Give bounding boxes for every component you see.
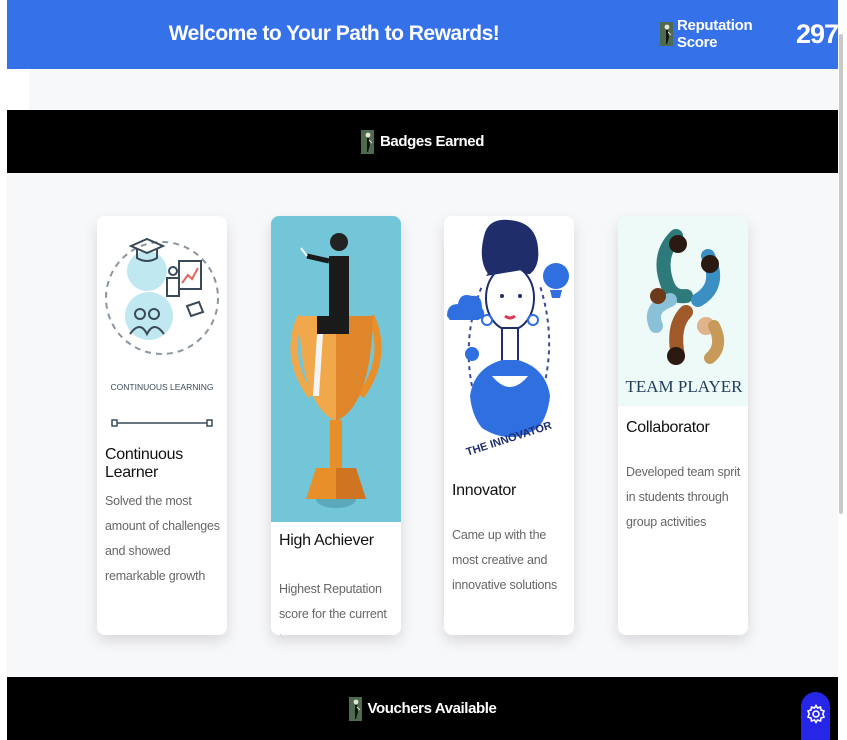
badge-card-collaborator[interactable]: TEAM PLAYER Collaborator Developed team …: [618, 216, 748, 635]
badge-card-high-achiever[interactable]: High Achiever Highest Reputation score f…: [271, 216, 401, 635]
badge-description: Highest Reputation score for the current…: [279, 582, 387, 635]
reputation-score-area: Reputation Score 297: [660, 17, 839, 51]
scrollbar-thumb[interactable]: [839, 34, 843, 514]
badge-title: High Achiever: [279, 532, 374, 549]
gear-icon: [806, 703, 826, 740]
innovator-illustration: THE INNOVATOR: [444, 216, 574, 468]
badge-title: Continuous Learner: [105, 446, 183, 481]
top-header: Welcome to Your Path to Rewards! Reputat…: [7, 0, 839, 69]
spacer: [7, 69, 29, 110]
svg-text:CONTINUOUS LEARNING: CONTINUOUS LEARNING: [111, 382, 214, 392]
team-player-illustration: TEAM PLAYER: [618, 216, 748, 406]
badge-title: Collaborator: [626, 419, 710, 436]
vouchers-available-header: Vouchers Available: [7, 677, 838, 740]
person-figure-icon: [348, 696, 362, 721]
badge-title: Innovator: [452, 482, 517, 499]
page: Welcome to Your Path to Rewards! Reputat…: [7, 0, 839, 740]
section-title: Badges Earned: [379, 133, 484, 150]
section-title: Vouchers Available: [367, 700, 497, 717]
vertical-scrollbar[interactable]: [838, 0, 847, 740]
badges-earned-header: Badges Earned: [7, 110, 838, 173]
page-title: Welcome to Your Path to Rewards!: [168, 22, 500, 45]
settings-button[interactable]: [801, 692, 830, 740]
reputation-label: Reputation Score: [677, 17, 753, 51]
badge-card-innovator[interactable]: THE INNOVATOR Innovator Came up with the…: [444, 216, 574, 635]
continuous-learning-illustration: CONTINUOUS LEARNING: [97, 216, 227, 438]
person-figure-icon: [660, 22, 673, 46]
person-figure-icon: [360, 129, 374, 154]
reputation-score-value: 297: [795, 18, 839, 49]
trophy-woman-illustration: [271, 216, 401, 522]
svg-text:TEAM PLAYER: TEAM PLAYER: [626, 377, 744, 396]
badge-card-continuous-learner[interactable]: CONTINUOUS LEARNING Continuous Learner S…: [97, 216, 227, 635]
badge-description: Solved the most amount of challenges and…: [105, 494, 220, 583]
badge-description: Developed team sprit in students through…: [626, 465, 741, 529]
badge-description: Came up with the most creative and innov…: [452, 528, 558, 592]
